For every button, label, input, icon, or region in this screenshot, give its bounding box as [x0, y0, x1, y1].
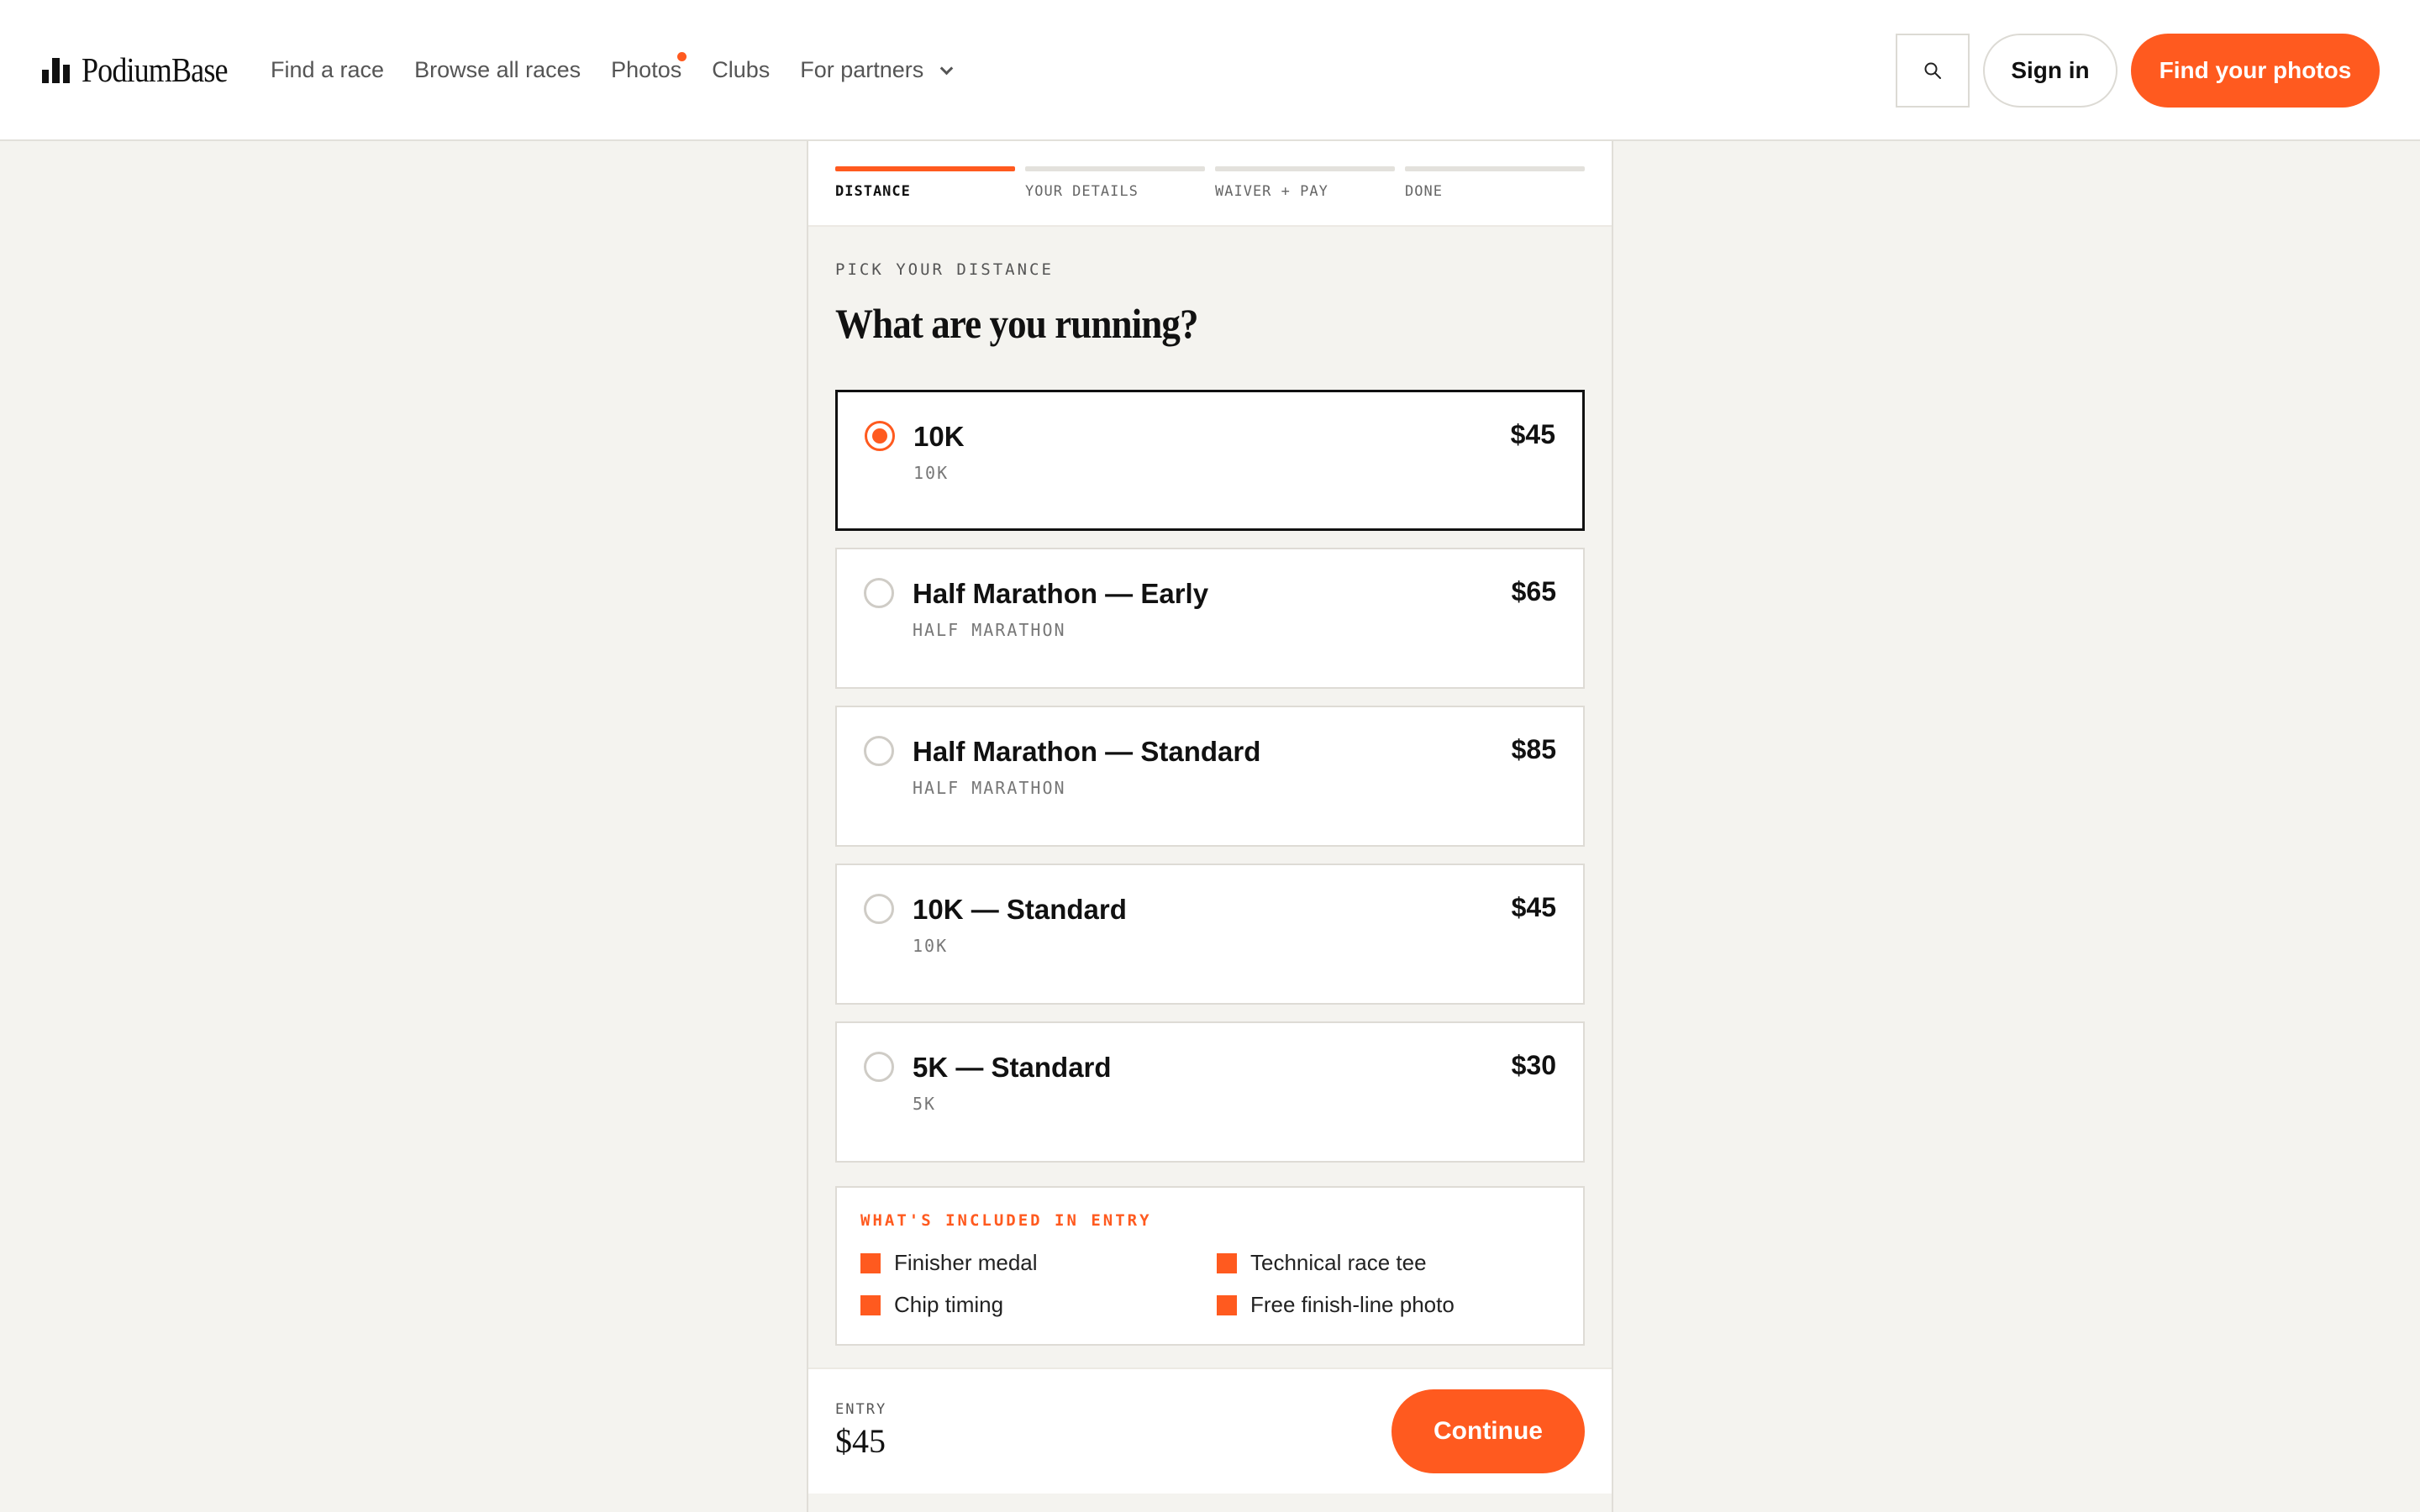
page-title: What are you running?: [835, 300, 1199, 347]
radio-button[interactable]: [864, 894, 894, 924]
included-title: WHAT'S INCLUDED IN ENTRY: [860, 1211, 1152, 1230]
step-label: DONE: [1405, 183, 1443, 200]
option-category: HALF MARATHON: [913, 778, 1066, 798]
option-price: $45: [1511, 892, 1556, 922]
option-price: $65: [1511, 576, 1556, 606]
registration-panel: DISTANCE YOUR DETAILS WAIVER + PAY DONE …: [807, 141, 1613, 1512]
step-bar: [1025, 166, 1205, 171]
podium-icon: [42, 56, 70, 83]
bullet-square-icon: [860, 1252, 881, 1273]
bullet-square-icon: [1217, 1294, 1237, 1315]
main-nav: Find a race Browse all races Photos Club…: [271, 49, 981, 91]
search-button[interactable]: [1896, 34, 1970, 108]
step-label: WAIVER + PAY: [1215, 183, 1328, 200]
distance-option-half-marathon-early[interactable]: Half Marathon — Early HALF MARATHON $65: [835, 548, 1585, 689]
entry-label: ENTRY: [835, 1401, 887, 1418]
progress-steps: DISTANCE YOUR DETAILS WAIVER + PAY DONE: [808, 141, 1612, 227]
included-item: Chip timing: [860, 1292, 1003, 1318]
included-item-label: Finisher medal: [894, 1250, 1038, 1275]
step-label: DISTANCE: [835, 183, 911, 200]
bullet-square-icon: [1217, 1252, 1237, 1273]
top-header: PodiumBase Find a race Browse all races …: [0, 0, 2420, 141]
radio-button[interactable]: [864, 736, 894, 766]
distance-option-5k-standard[interactable]: 5K — Standard 5K $30: [835, 1021, 1585, 1163]
radio-button[interactable]: [865, 421, 895, 451]
nav-item-photos[interactable]: Photos: [611, 51, 687, 83]
section-eyebrow: PICK YOUR DISTANCE: [835, 260, 1054, 279]
find-your-photos-button[interactable]: Find your photos: [2131, 34, 2380, 108]
distance-option-half-marathon-standard[interactable]: Half Marathon — Standard HALF MARATHON $…: [835, 706, 1585, 847]
step-label: YOUR DETAILS: [1025, 183, 1139, 200]
option-name: Half Marathon — Early: [913, 578, 1209, 609]
brand-name: PodiumBase: [82, 50, 229, 89]
option-category: 10K: [913, 463, 950, 483]
included-item: Finisher medal: [860, 1250, 1038, 1276]
option-price: $30: [1511, 1050, 1556, 1080]
step-bar: [1405, 166, 1585, 171]
bullet-square-icon: [860, 1294, 881, 1315]
step-waiver-pay: WAIVER + PAY: [1215, 166, 1395, 200]
option-price: $85: [1511, 734, 1556, 764]
nav-item-clubs[interactable]: Clubs: [712, 57, 770, 83]
nav-item-find-a-race[interactable]: Find a race: [271, 57, 384, 83]
distance-option-10k-standard[interactable]: 10K — Standard 10K $45: [835, 864, 1585, 1005]
chevron-down-icon: [939, 61, 954, 75]
included-item-label: Free finish-line photo: [1250, 1292, 1455, 1317]
search-icon: [1924, 62, 1941, 79]
step-done: DONE: [1405, 166, 1585, 200]
nav-item-for-partners-label: For partners: [800, 56, 924, 82]
step-bar: [835, 166, 1015, 171]
option-category: HALF MARATHON: [913, 620, 1066, 640]
option-name: 10K: [913, 421, 965, 452]
entry-footer: ENTRY $45 Continue: [808, 1368, 1612, 1494]
option-name: 10K — Standard: [913, 894, 1127, 925]
included-item-label: Chip timing: [894, 1292, 1004, 1317]
step-bar: [1215, 166, 1395, 171]
radio-button[interactable]: [864, 578, 894, 608]
continue-button[interactable]: Continue: [1392, 1389, 1585, 1473]
included-item-label: Technical race tee: [1250, 1250, 1427, 1275]
brand-logo[interactable]: PodiumBase: [42, 49, 247, 91]
radio-button[interactable]: [864, 1052, 894, 1082]
included-item: Free finish-line photo: [1217, 1292, 1455, 1318]
nav-item-photos-label: Photos: [611, 56, 682, 82]
option-price: $45: [1510, 419, 1555, 449]
option-category: 10K: [913, 936, 949, 956]
nav-item-for-partners[interactable]: For partners: [800, 56, 954, 83]
nav-item-browse-all-races[interactable]: Browse all races: [414, 57, 581, 83]
option-name: Half Marathon — Standard: [913, 736, 1261, 767]
sign-in-button[interactable]: Sign in: [1983, 34, 2118, 108]
notification-dot: [677, 51, 687, 61]
option-category: 5K: [913, 1094, 937, 1114]
included-item: Technical race tee: [1217, 1250, 1427, 1276]
distance-option-10k[interactable]: 10K 10K $45: [835, 390, 1585, 531]
included-in-entry: WHAT'S INCLUDED IN ENTRY Finisher medal …: [835, 1186, 1585, 1346]
entry-total: $45: [835, 1422, 886, 1460]
step-distance: DISTANCE: [835, 166, 1015, 200]
step-your-details: YOUR DETAILS: [1025, 166, 1205, 200]
option-name: 5K — Standard: [913, 1052, 1112, 1083]
